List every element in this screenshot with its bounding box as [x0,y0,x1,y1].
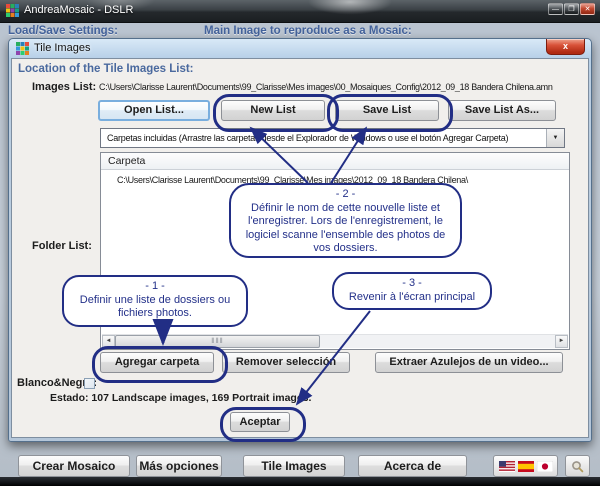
horizontal-scrollbar[interactable]: ◄ ⦀⦀⦀ ► [102,334,568,348]
main-titlebar[interactable]: AndreaMosaic - DSLR — ❐ ✕ [0,0,600,23]
status-text: Estado: 107 Landscape images, 169 Portra… [50,392,311,404]
chevron-down-icon[interactable]: ▼ [546,129,564,147]
scroll-left-icon[interactable]: ◄ [102,335,115,348]
note-2-number: - 2 - [237,188,454,202]
language-flags-panel[interactable] [493,455,558,477]
images-list-path: C:\Users\Clarisse Laurent\Documents\99_C… [99,82,571,92]
flag-us-icon[interactable] [499,461,515,472]
mas-opciones-button[interactable]: Más opciones [136,455,222,477]
dialog-close-button[interactable]: x [546,39,585,55]
note-2-text: Définir le nom de cette nouvelle liste e… [237,202,454,256]
agregar-carpeta-button[interactable]: Agregar carpeta [100,352,214,373]
note-1-number: - 1 - [70,280,240,294]
window-controls: — ❐ ✕ [548,3,595,15]
close-icon[interactable]: ✕ [580,3,595,15]
note-3-text: Revenir à l'écran principal [340,291,484,305]
folder-list-label: Folder List: [32,240,92,252]
window-bottom-border [0,477,600,486]
note-3-number: - 3 - [340,277,484,291]
app-mosaic-icon [6,4,19,17]
note-1-bubble: - 1 - Definir une liste de dossiers ou f… [62,275,248,327]
note-3-bubble: - 3 - Revenir à l'écran principal [332,272,492,310]
maximize-icon[interactable]: ❐ [564,3,579,15]
window-title: AndreaMosaic - DSLR [24,4,133,16]
new-list-button[interactable]: New List [221,100,325,121]
save-list-button[interactable]: Save List [335,100,439,121]
remover-seleccion-button[interactable]: Remover selección [222,352,350,373]
blanco-negro-checkbox[interactable] [84,378,95,389]
extraer-azulejos-button[interactable]: Extraer Azulejos de un video... [375,352,563,373]
tile-images-button[interactable]: Tile Images [243,455,345,477]
open-list-button[interactable]: Open List... [98,100,210,121]
load-save-settings-label: Load/Save Settings: [8,25,118,37]
dialog-title: Tile Images [34,42,90,54]
main-image-label: Main Image to reproduce as a Mosaic: [204,25,412,37]
search-tool-button[interactable] [565,455,590,477]
flag-japan-icon[interactable] [537,461,553,472]
folders-dropdown[interactable]: Carpetas incluidas (Arrastre las carpeta… [100,128,565,148]
folders-dropdown-value: Carpetas incluidas (Arrastre las carpeta… [107,129,544,147]
crear-mosaico-button[interactable]: Crear Mosaico [18,455,130,477]
dialog-mosaic-icon [16,42,29,55]
section-title: Location of the Tile Images List: [18,63,194,75]
scroll-right-icon[interactable]: ► [555,335,568,348]
magnifier-icon [571,460,584,473]
folder-list-column-header[interactable]: Carpeta [101,153,569,170]
images-list-label: Images List: [32,81,96,93]
aceptar-button[interactable]: Aceptar [230,412,290,432]
note-1-text: Definir une liste de dossiers ou fichier… [70,294,240,321]
scrollbar-thumb[interactable]: ⦀⦀⦀ [115,335,320,348]
flag-spain-icon[interactable] [518,461,534,472]
note-2-bubble: - 2 - Définir le nom de cette nouvelle l… [229,183,462,258]
minimize-icon[interactable]: — [548,3,563,15]
acerca-de-button[interactable]: Acerca de [358,455,467,477]
andreamosaic-window: AndreaMosaic - DSLR — ❐ ✕ Load/Save Sett… [0,0,600,486]
save-list-as-button[interactable]: Save List As... [448,100,556,121]
